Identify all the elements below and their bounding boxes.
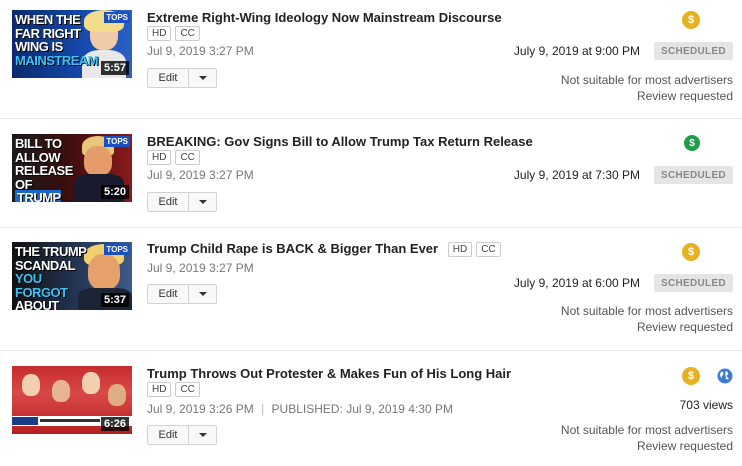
video-row: BILL TO ALLOW RELEASE OF TRUMP TAXES TOP… (0, 124, 742, 224)
caret-down-icon (198, 200, 207, 204)
caret-down-icon (198, 433, 207, 437)
cc-badge: CC (175, 26, 200, 41)
published-date: PUBLISHED: Jul 9, 2019 4:30 PM (271, 402, 453, 416)
video-title[interactable]: Trump Throws Out Protester & Makes Fun o… (147, 366, 511, 381)
monetization-notice[interactable]: Not suitable for most advertisers Review… (561, 303, 733, 335)
status-badge: SCHEDULED (654, 42, 733, 60)
cc-badge: CC (175, 150, 200, 165)
edit-button-group: Edit (147, 68, 217, 88)
upload-date: Jul 9, 2019 3:27 PM (147, 261, 254, 275)
video-title-text[interactable]: Trump Child Rape is BACK & Bigger Than E… (147, 241, 438, 256)
monetization-notice[interactable]: Not suitable for most advertisers Review… (561, 422, 733, 454)
dollar-icon[interactable]: $ (682, 367, 700, 385)
view-count: 703 views (679, 398, 733, 412)
cc-badge: CC (476, 242, 501, 257)
video-badges: HD CC (147, 26, 200, 41)
channel-tag: TOPS (104, 12, 130, 23)
edit-button[interactable]: Edit (148, 193, 189, 211)
video-row: WHEN THE FAR RIGHT WING IS MAINSTREAM TO… (0, 0, 742, 112)
upload-date: Jul 9, 2019 3:26 PM | PUBLISHED: Jul 9, … (147, 402, 453, 416)
scheduled-time: July 9, 2019 at 7:30 PM (513, 168, 640, 182)
hd-badge: HD (147, 150, 172, 165)
row-divider (0, 227, 742, 228)
edit-button-group: Edit (147, 192, 217, 212)
thumbnail-caption: THE TRUMP SCANDAL YOU FORGOT ABOUT (15, 244, 87, 310)
edit-button[interactable]: Edit (148, 426, 189, 444)
cc-badge: CC (175, 382, 200, 397)
upload-date: Jul 9, 2019 3:27 PM (147, 44, 254, 58)
channel-tag: TOPS (104, 244, 130, 255)
video-duration: 5:20 (100, 185, 129, 199)
globe-icon[interactable] (717, 368, 733, 384)
edit-dropdown-button[interactable] (189, 193, 216, 211)
edit-button-group: Edit (147, 425, 217, 445)
monetization-notice[interactable]: Not suitable for most advertisers Review… (561, 72, 733, 104)
dollar-icon[interactable]: $ (684, 135, 700, 151)
video-thumbnail[interactable]: BILL TO ALLOW RELEASE OF TRUMP TAXES TOP… (12, 134, 132, 202)
upload-date: Jul 9, 2019 3:27 PM (147, 168, 254, 182)
edit-button-group: Edit (147, 284, 217, 304)
video-title[interactable]: Extreme Right-Wing Ideology Now Mainstre… (147, 10, 502, 25)
video-badges: HD CC (147, 382, 200, 397)
hd-badge: HD (147, 382, 172, 397)
hd-badge: HD (447, 242, 473, 257)
row-divider (0, 118, 742, 119)
video-duration: 5:57 (100, 61, 129, 75)
caret-down-icon (198, 76, 207, 80)
video-title: Trump Child Rape is BACK & Bigger Than E… (147, 241, 501, 257)
video-title[interactable]: BREAKING: Gov Signs Bill to Allow Trump … (147, 134, 533, 149)
caret-down-icon (198, 292, 207, 296)
video-thumbnail[interactable]: 6:26 (12, 366, 132, 434)
row-divider (0, 350, 742, 351)
scheduled-time: July 9, 2019 at 9:00 PM (513, 44, 640, 58)
scheduled-time: July 9, 2019 at 6:00 PM (513, 276, 640, 290)
video-badges: HD CC (147, 150, 200, 165)
dollar-icon[interactable]: $ (682, 243, 700, 261)
hd-badge: HD (147, 26, 172, 41)
video-thumbnail[interactable]: WHEN THE FAR RIGHT WING IS MAINSTREAM TO… (12, 10, 132, 78)
edit-dropdown-button[interactable] (189, 285, 216, 303)
thumbnail-caption: WHEN THE FAR RIGHT WING IS MAINSTREAM (15, 12, 99, 68)
video-row: THE TRUMP SCANDAL YOU FORGOT ABOUT TOPS … (0, 232, 742, 348)
video-badges: HD CC (447, 242, 501, 257)
status-badge: SCHEDULED (654, 166, 733, 184)
edit-dropdown-button[interactable] (189, 69, 216, 87)
dollar-icon[interactable]: $ (682, 11, 700, 29)
edit-dropdown-button[interactable] (189, 426, 216, 444)
status-badge: SCHEDULED (654, 274, 733, 292)
video-duration: 5:37 (100, 293, 129, 307)
edit-button[interactable]: Edit (148, 69, 189, 87)
video-duration: 6:26 (100, 417, 129, 431)
video-row: 6:26 Trump Throws Out Protester & Makes … (0, 356, 742, 466)
edit-button[interactable]: Edit (148, 285, 189, 303)
thumbnail-caption: BILL TO ALLOW RELEASE OF TRUMP TAXES (15, 137, 91, 202)
channel-tag: TOPS (104, 136, 130, 147)
video-thumbnail[interactable]: THE TRUMP SCANDAL YOU FORGOT ABOUT TOPS … (12, 242, 132, 310)
